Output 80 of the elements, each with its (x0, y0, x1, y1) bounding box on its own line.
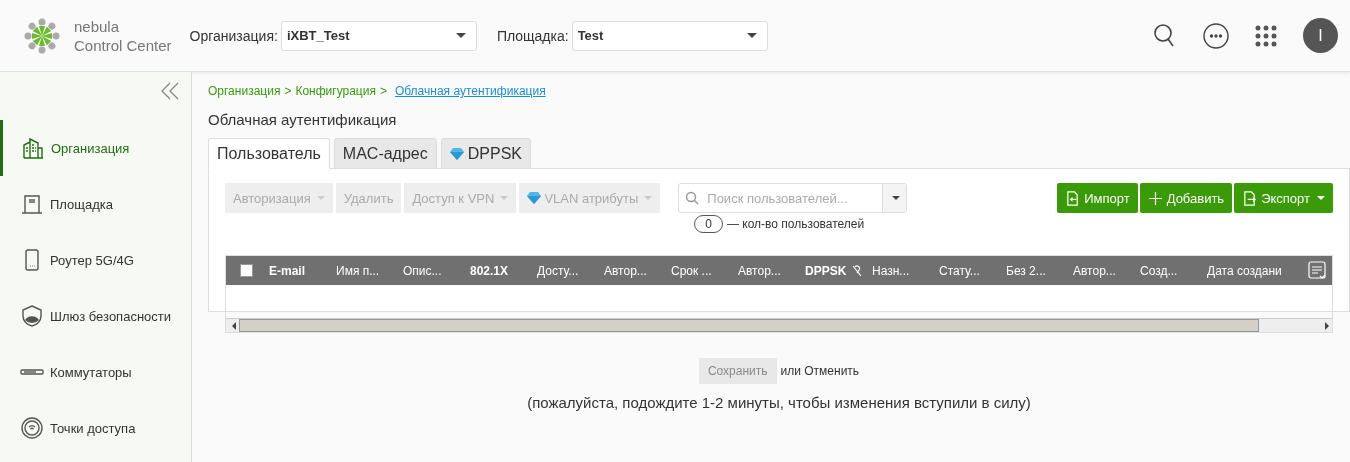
sidebar-label: Организация (51, 140, 130, 156)
search-dropdown-button[interactable] (882, 184, 907, 212)
breadcrumb-current-link[interactable]: Облачная аутентификация (394, 84, 546, 98)
info-note: (пожалуйста, подождите 1-2 минуты, чтобы изменения вступили в силу) (527, 394, 1031, 411)
collapse-icon[interactable] (161, 82, 179, 100)
caret-icon (1317, 196, 1325, 200)
column-header[interactable]: Созд... (1140, 263, 1178, 278)
more-icon[interactable] (1203, 22, 1229, 49)
access-point-icon (20, 416, 44, 440)
sidebar-label: Шлюз безопасности (50, 308, 171, 324)
action-button[interactable]: Импорт (1057, 183, 1138, 213)
column-header[interactable]: E-mail (269, 263, 305, 278)
diamond-icon (527, 192, 542, 204)
column-header[interactable]: Опис... (403, 263, 442, 278)
column-header[interactable]: Автор... (604, 263, 647, 278)
nebula-logo-icon (24, 17, 60, 54)
link-off-icon (852, 264, 863, 277)
column-header[interactable]: Без 2... (1006, 263, 1046, 278)
logo-text: nebula (74, 16, 121, 36)
breadcrumb-link[interactable]: Организация (208, 84, 281, 98)
user-avatar[interactable]: I (1303, 18, 1338, 53)
tab[interactable]: Пользователь (208, 138, 330, 169)
column-header[interactable]: Срок ... (671, 263, 712, 278)
sidebar-item[interactable]: Организация (0, 120, 191, 176)
building-icon (21, 136, 45, 160)
apps-grid-icon[interactable] (1255, 24, 1277, 47)
plus-icon (1147, 190, 1163, 206)
site-icon (20, 192, 44, 216)
search-icon[interactable] (1153, 22, 1177, 49)
cancel-text[interactable]: или Отменить (780, 364, 860, 378)
site-label: Площадка: (496, 27, 569, 44)
logo-text: Control Center (74, 35, 172, 55)
diamond-icon (449, 147, 464, 160)
column-header[interactable]: DPPSK (805, 263, 847, 278)
sidebar-item[interactable]: Площадка (0, 176, 191, 232)
sidebar-label: Коммутаторы (50, 364, 132, 380)
columns-menu-icon[interactable] (1308, 260, 1328, 281)
organization-label: Организация: (189, 27, 278, 44)
search-field[interactable]: Поиск пользователей... (678, 183, 908, 213)
scroll-right-icon (1325, 321, 1329, 330)
sidebar-item[interactable]: Шлюз безопасности (0, 288, 191, 344)
action-button[interactable]: Экспорт (1234, 183, 1333, 213)
column-header[interactable]: 802.1X (470, 263, 509, 278)
search-icon (685, 191, 700, 205)
site-select[interactable]: Test (571, 20, 768, 51)
sidebar-label: Роутер 5G/4G (50, 252, 134, 268)
caret-icon (455, 33, 466, 38)
column-header[interactable]: Стату... (939, 263, 980, 278)
tab[interactable]: DPPSK (440, 138, 531, 169)
column-header[interactable]: Досту... (537, 263, 579, 278)
caret-icon (316, 196, 325, 200)
column-header[interactable]: Дата создани (1207, 263, 1282, 278)
sidebar-item[interactable]: Коммутаторы (0, 344, 191, 400)
sidebar-label: Площадка (50, 196, 114, 212)
breadcrumb-link[interactable]: Конфигурация (295, 84, 376, 98)
column-header[interactable]: Назн... (872, 263, 910, 278)
caret-icon (644, 196, 653, 200)
action-button[interactable]: Добавить (1139, 183, 1233, 213)
caret-icon (746, 33, 757, 38)
organization-select[interactable]: iXBT_Test (280, 20, 477, 51)
page-title: Облачная аутентификация (208, 111, 398, 128)
caret-icon (500, 196, 509, 200)
sidebar-item[interactable]: Точки доступа (0, 400, 191, 456)
shield-icon (20, 304, 44, 328)
sidebar-label: Точки доступа (50, 420, 136, 436)
search-input[interactable]: Поиск пользователей... (705, 189, 883, 207)
select-all-checkbox[interactable] (240, 264, 253, 277)
switch-icon (20, 369, 44, 375)
breadcrumb-separator: > (284, 84, 292, 98)
caret-icon (892, 196, 901, 200)
horizontal-scrollbar[interactable] (226, 318, 1332, 332)
breadcrumb-separator: > (379, 84, 387, 98)
user-count-label: — кол-во пользователей (727, 217, 865, 231)
column-header[interactable]: Имя п... (336, 263, 380, 278)
column-header[interactable]: Автор... (1073, 263, 1116, 278)
file-export-icon (1242, 190, 1258, 206)
file-import-icon (1065, 190, 1081, 206)
column-header[interactable]: Автор... (738, 263, 781, 278)
tab[interactable]: MAC-адрес (333, 138, 437, 169)
sidebar-item[interactable]: Роутер 5G/4G (0, 232, 191, 288)
